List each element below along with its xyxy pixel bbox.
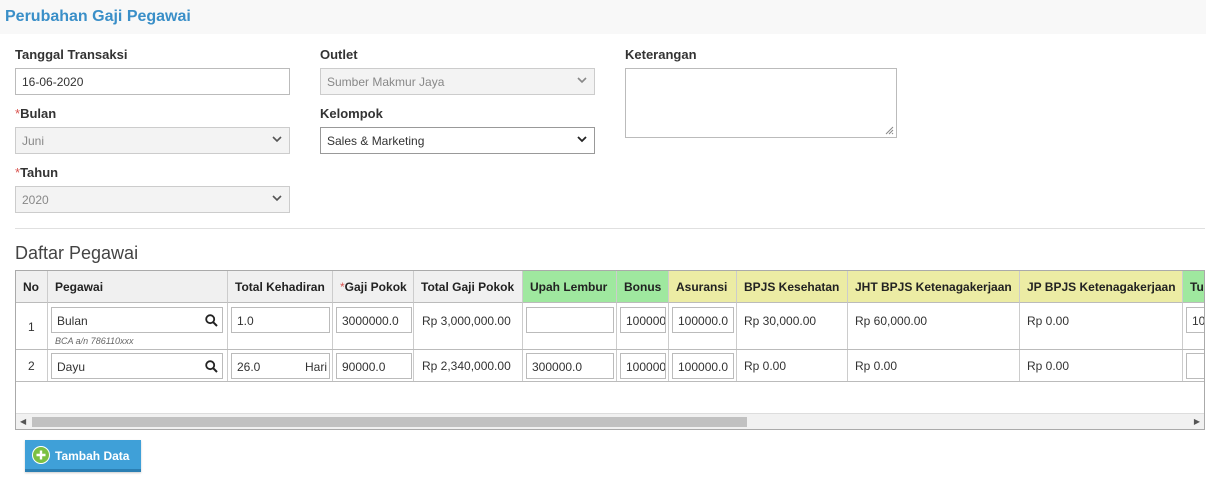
row2-gaji-input[interactable]: 90000.0: [336, 353, 412, 379]
plus-circle-icon: [32, 446, 50, 464]
row2-upah-lembur-input[interactable]: 300000.0: [526, 353, 614, 379]
row1-bonus-input[interactable]: 100000: [620, 307, 666, 333]
col-header-pegawai: Pegawai: [48, 271, 228, 303]
keterangan-textarea[interactable]: [625, 68, 897, 138]
col-header-no: No: [16, 271, 48, 303]
tahun-select[interactable]: 2020: [15, 186, 290, 213]
row1-pegawai-value: Bulan: [57, 314, 88, 328]
row1-no: 1: [28, 320, 35, 334]
outlet-value: Sumber Makmur Jaya: [327, 75, 445, 89]
col-header-next: Tu: [1183, 271, 1204, 303]
employee-table: No Pegawai Total Kehadiran *Gaji Pokok T…: [15, 270, 1205, 430]
col-header-gaji-text: Gaji Pokok: [344, 280, 407, 294]
add-data-label: Tambah Data: [55, 449, 130, 463]
bulan-select[interactable]: Juni: [15, 127, 290, 154]
scroll-left-icon[interactable]: ◀: [20, 417, 26, 426]
keterangan-label: Keterangan: [625, 47, 697, 62]
bulan-label-text: Bulan: [20, 106, 57, 121]
col-header-upah-lembur: Upah Lembur: [523, 271, 617, 303]
outlet-select[interactable]: Sumber Makmur Jaya: [320, 68, 595, 95]
col-header-bpjs-kesehatan: BPJS Kesehatan: [737, 271, 848, 303]
row2-bpjs-kesehatan: Rp 0.00: [744, 359, 787, 373]
row2-jht: Rp 0.00: [855, 359, 898, 373]
divider: [15, 228, 1205, 229]
col-header-kehadiran: Total Kehadiran: [228, 271, 333, 303]
bulan-label: *Bulan: [15, 106, 56, 121]
row1-upah-lembur-input[interactable]: [526, 307, 614, 333]
row2-kehadiran-input[interactable]: 26.0 Hari: [231, 353, 330, 379]
section-title: Daftar Pegawai: [15, 243, 139, 263]
row2-next-input[interactable]: [1186, 353, 1204, 379]
scrollbar-thumb[interactable]: [32, 417, 747, 427]
tahun-label-text: Tahun: [20, 165, 59, 180]
bulan-value: Juni: [22, 134, 45, 148]
row1-total-gaji: Rp 3,000,000.00: [422, 314, 511, 328]
col-header-jp: JP BPJS Ketenagakerjaan: [1020, 271, 1183, 303]
row1-next-input[interactable]: 10: [1186, 307, 1204, 333]
kelompok-label: Kelompok: [320, 106, 383, 121]
row1-jht: Rp 60,000.00: [855, 314, 928, 328]
row1-bank-info: BCA a/n 786110xxx: [55, 336, 134, 346]
row2-kehadiran-unit: Hari: [304, 360, 327, 374]
tahun-label: *Tahun: [15, 165, 58, 180]
row2-kehadiran-value: 26.0: [237, 360, 261, 374]
row-divider: [16, 349, 1204, 350]
resize-grip-icon[interactable]: [885, 126, 894, 135]
horizontal-scrollbar[interactable]: ◀ ▶: [16, 413, 1204, 429]
tanggal-label: Tanggal Transaksi: [15, 47, 128, 62]
magnifier-icon[interactable]: [205, 314, 218, 327]
chevron-down-icon: [577, 77, 587, 84]
tanggal-input[interactable]: 16-06-2020: [15, 68, 290, 95]
col-header-jht: JHT BPJS Ketenagakerjaan: [848, 271, 1020, 303]
title-bar: Perubahan Gaji Pegawai: [0, 0, 1206, 34]
scroll-right-icon[interactable]: ▶: [1194, 417, 1200, 426]
col-header-gaji: *Gaji Pokok: [333, 271, 414, 303]
row2-asuransi-input[interactable]: 100000.0: [672, 353, 734, 379]
row2-pegawai-value: Dayu: [57, 360, 86, 374]
row2-no: 2: [28, 359, 35, 373]
magnifier-icon[interactable]: [205, 360, 218, 373]
chevron-down-icon: [577, 136, 587, 143]
col-header-total-gaji: Total Gaji Pokok: [414, 271, 523, 303]
row1-gaji-input[interactable]: 3000000.0: [336, 307, 412, 333]
row1-kehadiran-input[interactable]: 1.0: [231, 307, 330, 333]
row1-asuransi-input[interactable]: 100000.0: [672, 307, 734, 333]
col-header-bonus: Bonus: [617, 271, 669, 303]
row-divider: [16, 381, 1204, 382]
row1-jp: Rp 0.00: [1027, 314, 1070, 328]
row1-pegawai-input[interactable]: Bulan: [51, 307, 223, 333]
chevron-down-icon: [272, 136, 282, 143]
row1-bpjs-kesehatan: Rp 30,000.00: [744, 314, 817, 328]
page-title: Perubahan Gaji Pegawai: [5, 8, 191, 25]
row2-bonus-input[interactable]: 100000: [620, 353, 666, 379]
row2-total-gaji: Rp 2,340,000.00: [422, 359, 511, 373]
chevron-down-icon: [272, 195, 282, 202]
tahun-value: 2020: [22, 193, 49, 207]
outlet-label: Outlet: [320, 47, 358, 62]
row2-pegawai-input[interactable]: Dayu: [51, 353, 223, 379]
row2-jp: Rp 0.00: [1027, 359, 1070, 373]
add-data-button[interactable]: Tambah Data: [25, 440, 141, 472]
col-header-asuransi: Asuransi: [669, 271, 737, 303]
kelompok-value: Sales & Marketing: [327, 134, 425, 148]
kelompok-select[interactable]: Sales & Marketing: [320, 127, 595, 154]
